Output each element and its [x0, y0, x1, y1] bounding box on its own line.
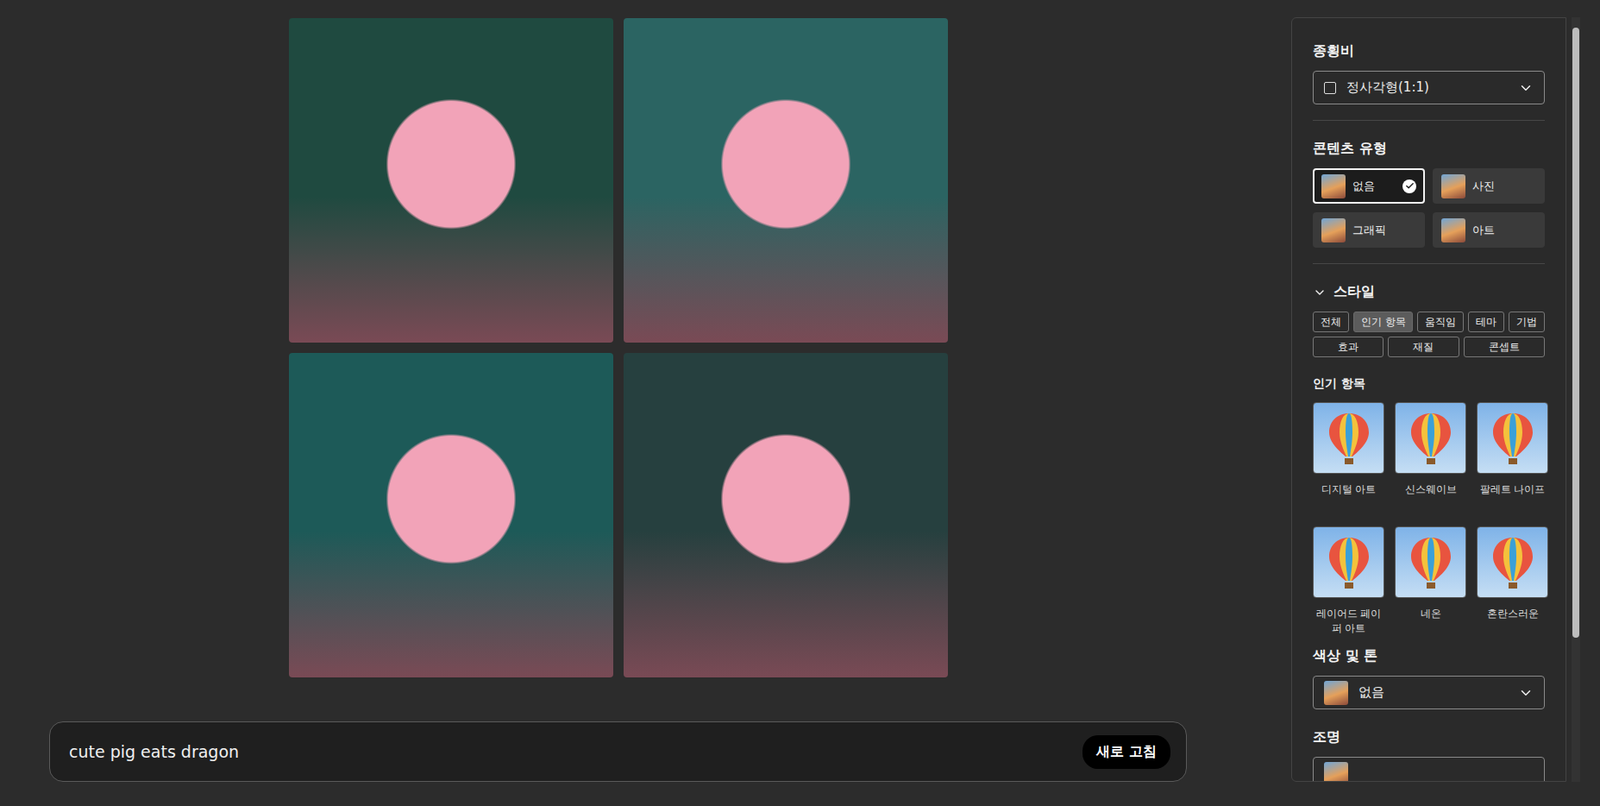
subsection-title: 인기 항목: [1312, 376, 1545, 392]
option-label: 없음: [1352, 178, 1396, 195]
style-label: 레이어드 페이퍼 아트: [1312, 606, 1385, 636]
option-label: 그래픽: [1352, 222, 1417, 239]
content-type-option[interactable]: 그래픽: [1312, 212, 1425, 248]
style-item[interactable]: 신스웨이브: [1394, 401, 1467, 515]
option-thumbnail: [1441, 174, 1466, 199]
generated-image[interactable]: [288, 18, 614, 343]
square-icon: [1323, 81, 1337, 95]
balloon-icon: [1408, 411, 1454, 465]
option-label: 아트: [1472, 222, 1537, 239]
style-tab[interactable]: 테마: [1468, 311, 1505, 333]
balloon-icon: [1490, 411, 1536, 465]
check-icon: [1402, 179, 1417, 194]
color-tone-select[interactable]: 없음: [1312, 675, 1545, 710]
select-value: 없음: [1358, 683, 1508, 701]
main-area: cute pig eats dragon 새로 고침: [49, 0, 1187, 806]
settings-panel: 종횡비정사각형(1:1)콘텐츠 유형없음사진그래픽아트스타일전체인기 항목움직임…: [1291, 17, 1567, 782]
content-type-option[interactable]: 사진: [1432, 168, 1545, 204]
section-title: 조명: [1312, 727, 1545, 747]
option-thumbnail: [1441, 218, 1466, 243]
generated-image[interactable]: [623, 18, 948, 343]
style-thumbnail: [1394, 526, 1467, 598]
option-label: 사진: [1472, 178, 1537, 195]
section-title: 콘텐츠 유형: [1312, 139, 1545, 158]
style-label: 네온: [1420, 606, 1442, 622]
content-type-option[interactable]: 아트: [1432, 212, 1545, 248]
divider: [1312, 119, 1545, 121]
style-label: 혼란스러운: [1487, 606, 1539, 622]
chevron-down-icon: [1518, 684, 1534, 701]
balloon-icon: [1326, 411, 1372, 465]
style-label: 디지털 아트: [1321, 482, 1377, 497]
image-grid: [288, 18, 948, 678]
lighting-select[interactable]: [1312, 756, 1545, 782]
content-type-option[interactable]: 없음: [1312, 168, 1425, 204]
style-tab-row: 효과재질콘셉트: [1312, 336, 1545, 358]
balloon-icon: [1490, 535, 1536, 590]
style-tab-row: 전체인기 항목움직임테마기법: [1312, 311, 1545, 333]
section-title: 색상 및 톤: [1312, 646, 1545, 666]
chevron-down-icon: [1518, 80, 1534, 96]
style-thumbnail: [1476, 526, 1549, 598]
style-tab[interactable]: 전체: [1312, 311, 1350, 333]
style-item[interactable]: 혼란스러운: [1476, 526, 1549, 639]
style-label: 신스웨이브: [1405, 482, 1457, 497]
divider: [1312, 263, 1545, 264]
option-thumbnail: [1321, 174, 1346, 199]
scrollbar-thumb[interactable]: [1572, 27, 1580, 638]
style-thumbnail: [1476, 401, 1549, 474]
aspect-ratio-select[interactable]: 정사각형(1:1): [1312, 70, 1545, 105]
style-label: 팔레트 나이프: [1480, 482, 1546, 497]
style-item[interactable]: 레이어드 페이퍼 아트: [1312, 526, 1385, 639]
style-tab[interactable]: 콘셉트: [1463, 336, 1545, 358]
prompt-input[interactable]: cute pig eats dragon: [69, 741, 1069, 761]
section-title: 종횡비: [1312, 42, 1545, 61]
option-thumbnail: [1323, 680, 1349, 705]
style-item[interactable]: 디지털 아트: [1312, 401, 1385, 515]
style-tab[interactable]: 움직임: [1417, 311, 1464, 333]
prompt-bar: cute pig eats dragon 새로 고침: [49, 721, 1187, 782]
style-thumbnail: [1312, 401, 1385, 474]
style-toggle[interactable]: 스타일: [1312, 282, 1545, 302]
generated-image[interactable]: [288, 352, 614, 678]
style-thumbnail: [1312, 526, 1385, 598]
style-tab[interactable]: 재질: [1387, 336, 1459, 358]
scrollbar[interactable]: [1571, 17, 1581, 782]
style-tab[interactable]: 기법: [1508, 311, 1545, 333]
page: cute pig eats dragon 새로 고침 종횡비정사각형(1:1) 콘텐츠…: [0, 0, 1600, 806]
chevron-icon: [1312, 285, 1327, 300]
content-type-options: 없음 사진그래픽 아트: [1312, 168, 1545, 248]
select-value: 정사각형(1:1): [1346, 79, 1508, 96]
refresh-button[interactable]: 새로 고침: [1082, 734, 1171, 769]
style-item[interactable]: 네온: [1394, 526, 1467, 639]
style-grid: 디지털 아트 신스웨이브 팔레트 나이프레이어드 페이퍼 아트 네온 혼란스러운: [1312, 401, 1545, 639]
style-item[interactable]: 팔레트 나이프: [1476, 401, 1549, 515]
style-tab[interactable]: 효과: [1312, 336, 1384, 358]
style-thumbnail: [1394, 401, 1467, 474]
balloon-icon: [1408, 535, 1454, 590]
style-tab[interactable]: 인기 항목: [1353, 311, 1414, 333]
option-thumbnail: [1321, 218, 1346, 243]
balloon-icon: [1326, 535, 1372, 590]
option-thumbnail: [1323, 761, 1349, 783]
generated-image[interactable]: [623, 352, 948, 678]
